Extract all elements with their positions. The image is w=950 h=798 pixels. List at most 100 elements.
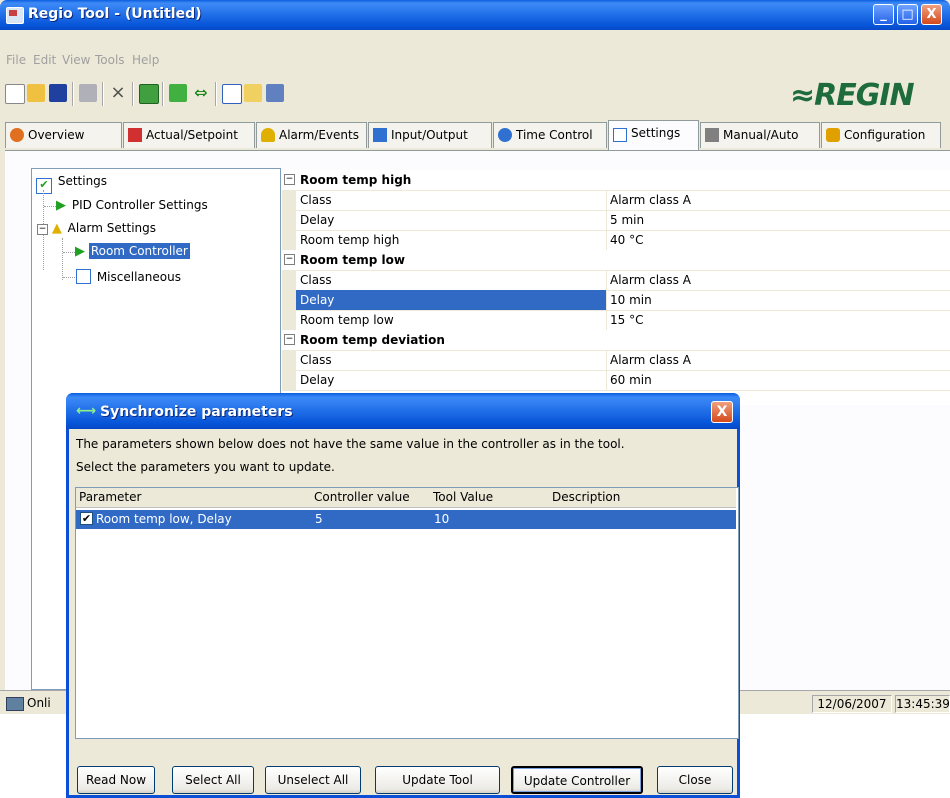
grid-category-label: Room temp high <box>300 173 412 187</box>
tree-node-miscellaneous[interactable]: Miscellaneous <box>76 269 183 284</box>
grid-row[interactable]: Class Alarm class A <box>282 270 950 291</box>
tree-label: PID Controller Settings <box>71 198 208 212</box>
tree-node-settings[interactable]: ✔ Settings <box>36 174 109 194</box>
synchronize-icon[interactable]: ⇔ <box>192 84 210 102</box>
tab-input-output[interactable]: Input/Output <box>368 122 492 148</box>
tab-label: Time Control <box>516 128 593 142</box>
grid-category-row[interactable]: − Room temp high <box>282 170 950 191</box>
grid-row[interactable]: Room temp low 15 °C <box>282 310 950 331</box>
grid-row-selected[interactable]: Delay 10 min <box>282 290 950 311</box>
menu-tools[interactable]: Tools <box>95 53 125 67</box>
update-tool-button[interactable]: Update Tool <box>375 766 500 794</box>
grid-category-row[interactable]: − Room temp deviation <box>282 330 950 351</box>
dialog-title: Synchronize parameters <box>100 404 293 420</box>
refresh-icon[interactable] <box>139 84 159 104</box>
setpoint-icon <box>128 128 142 142</box>
tool-icon[interactable] <box>266 84 284 102</box>
menu-help[interactable]: Help <box>132 53 159 67</box>
menu-view[interactable]: View <box>62 53 90 67</box>
save-icon[interactable] <box>49 84 67 102</box>
dialog-close-button[interactable]: X <box>711 401 733 423</box>
hand-icon <box>705 128 719 142</box>
grid-property-name: Delay <box>300 373 335 387</box>
tab-overview[interactable]: Overview <box>5 122 122 148</box>
close-icon: X <box>716 404 728 420</box>
grid-row[interactable]: Class Alarm class A <box>282 190 950 211</box>
connection-status: Onli <box>27 696 51 710</box>
select-all-button[interactable]: Select All <box>172 766 254 794</box>
tab-time-control[interactable]: Time Control <box>493 122 607 148</box>
grid-row[interactable]: Delay 60 min <box>282 370 950 391</box>
grid-property-value[interactable]: Alarm class A <box>610 273 691 287</box>
download-icon[interactable] <box>169 84 187 102</box>
dialog-message-line2: Select the parameters you want to update… <box>76 460 335 474</box>
row-checkbox[interactable]: ✔ <box>80 512 93 525</box>
cell-tool-value: 10 <box>434 512 450 526</box>
tree-node-alarm-settings[interactable]: − ▲ Alarm Settings <box>37 221 158 236</box>
maximize-button[interactable]: □ <box>897 4 918 25</box>
menu-bar: File Edit View Tools Help <box>0 50 950 70</box>
tab-label: Actual/Setpoint <box>146 128 238 142</box>
minimize-button[interactable]: _ <box>873 4 894 25</box>
grid-property-value[interactable]: 60 min <box>610 373 652 387</box>
open-folder-icon[interactable] <box>27 84 45 102</box>
grid-property-value[interactable]: Alarm class A <box>610 193 691 207</box>
delete-icon[interactable]: × <box>109 84 127 102</box>
grid-property-name: Class <box>300 193 332 207</box>
collapse-icon[interactable]: − <box>37 224 48 235</box>
tab-alarm-events[interactable]: Alarm/Events <box>256 122 367 148</box>
alarm-bell-icon: ▲ <box>51 221 62 236</box>
menu-edit[interactable]: Edit <box>33 53 56 67</box>
network-icon <box>6 697 24 711</box>
tab-label: Overview <box>28 128 85 142</box>
column-description[interactable]: Description <box>552 490 620 504</box>
edit-icon[interactable] <box>244 84 262 102</box>
grid-property-value[interactable]: 10 min <box>610 293 652 307</box>
minimize-icon: _ <box>880 7 887 22</box>
overview-icon <box>10 128 24 142</box>
tree-label: Settings <box>57 174 108 188</box>
tab-label: Configuration <box>844 128 926 142</box>
tree-node-room-controller[interactable]: ▶ Room Controller <box>75 243 190 259</box>
grid-property-value[interactable]: 5 min <box>610 213 644 227</box>
grid-property-name: Class <box>300 353 332 367</box>
column-controller-value[interactable]: Controller value <box>314 490 410 504</box>
new-file-icon[interactable] <box>5 84 25 104</box>
grid-property-value[interactable]: 15 °C <box>610 313 643 327</box>
close-icon: X <box>926 7 937 22</box>
window-title: Regio Tool - (Untitled) <box>28 6 202 22</box>
menu-file[interactable]: File <box>6 53 26 67</box>
tab-manual-auto[interactable]: Manual/Auto <box>700 122 820 148</box>
dialog-message-line1: The parameters shown below does not have… <box>76 437 625 451</box>
update-controller-button[interactable]: Update Controller <box>511 766 643 794</box>
tree-node-pid-controller-settings[interactable]: ▶ PID Controller Settings <box>56 198 210 213</box>
grid-property-value[interactable]: 40 °C <box>610 233 643 247</box>
grid-property-value[interactable]: Alarm class A <box>610 353 691 367</box>
grid-row[interactable]: Room temp high 40 °C <box>282 230 950 251</box>
close-dialog-button[interactable]: Close <box>657 766 733 794</box>
chart-icon[interactable] <box>222 84 242 104</box>
tab-settings[interactable]: Settings <box>608 120 699 150</box>
tab-label: Input/Output <box>391 128 468 142</box>
print-icon[interactable] <box>79 84 97 102</box>
tree-line <box>62 238 64 280</box>
collapse-icon[interactable]: − <box>284 334 295 345</box>
app-icon[interactable] <box>6 7 24 24</box>
tab-actual-setpoint[interactable]: Actual/Setpoint <box>123 122 255 148</box>
collapse-icon[interactable]: − <box>284 174 295 185</box>
grid-row[interactable]: Class Alarm class A <box>282 350 950 371</box>
grid-property-name: Delay <box>300 293 335 307</box>
status-time: 13:45:39 <box>895 695 950 713</box>
unselect-all-button[interactable]: Unselect All <box>265 766 361 794</box>
close-button[interactable]: X <box>921 4 942 25</box>
settings-check-icon <box>613 128 627 142</box>
maximize-icon: □ <box>901 7 914 22</box>
read-now-button[interactable]: Read Now <box>77 766 155 794</box>
configuration-icon <box>826 128 840 142</box>
grid-category-row[interactable]: − Room temp low <box>282 250 950 271</box>
column-parameter[interactable]: Parameter <box>79 490 141 504</box>
column-tool-value[interactable]: Tool Value <box>433 490 493 504</box>
grid-row[interactable]: Delay 5 min <box>282 210 950 231</box>
collapse-icon[interactable]: − <box>284 254 295 265</box>
tab-configuration[interactable]: Configuration <box>821 122 941 148</box>
